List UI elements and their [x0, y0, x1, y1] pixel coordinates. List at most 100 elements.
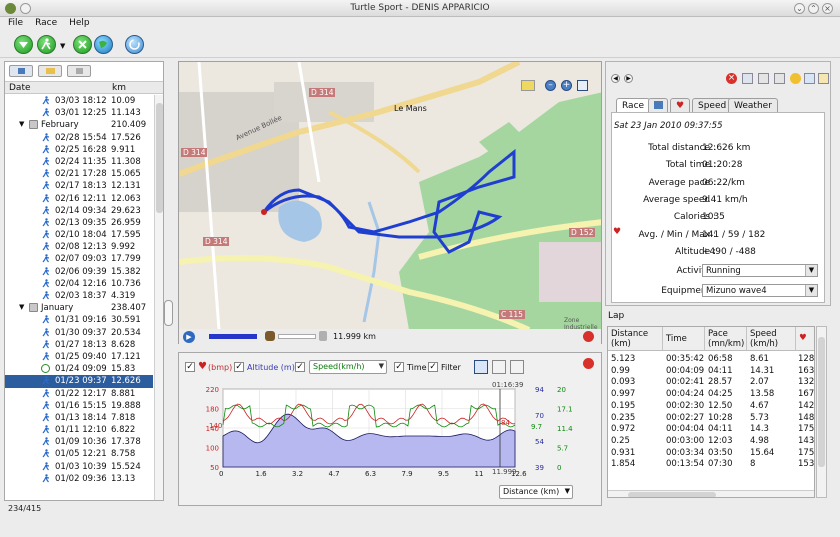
activity-row[interactable]: 01/09 10:36 17.378	[5, 436, 153, 448]
tree-scrollbar-thumb[interactable]	[156, 103, 163, 213]
activity-row[interactable]: 02/25 16:28 9.911	[5, 144, 153, 156]
graph-zoom-in-icon[interactable]	[474, 360, 488, 374]
x-axis-select[interactable]: Distance (km) ▼	[499, 485, 573, 499]
tab-speed[interactable]: Speed	[692, 98, 733, 113]
import-icon[interactable]	[14, 35, 33, 54]
tab-weather[interactable]: Weather	[728, 98, 778, 113]
time-checkbox[interactable]: ✓	[394, 362, 404, 372]
lap-row[interactable]: 0.972 00:04:04 04:11 14.3 175	[608, 423, 814, 435]
play-button[interactable]: ▶	[183, 331, 195, 343]
lap-row[interactable]: 0.25 00:03:00 12:03 4.98 143	[608, 435, 814, 447]
activity-row[interactable]: 03/01 12:25 11.143	[5, 107, 153, 119]
activity-row[interactable]: 01/05 12:21 8.758	[5, 448, 153, 460]
activity-row[interactable]: 01/23 09:37 12.626	[5, 375, 153, 388]
email-icon[interactable]	[790, 73, 801, 84]
lap-header-distance[interactable]: Distance (km)	[608, 327, 663, 351]
note-icon[interactable]	[818, 73, 829, 84]
activity-row[interactable]: 01/03 10:39 15.524	[5, 461, 153, 473]
folder-view-tab[interactable]	[38, 65, 62, 77]
activity-row[interactable]: 01/13 18:14 7.818	[5, 412, 153, 424]
activity-row[interactable]: 02/04 12:16 10.736	[5, 278, 153, 290]
refresh-icon[interactable]	[125, 35, 144, 54]
lap-header-time[interactable]: Time	[663, 327, 705, 351]
activity-row[interactable]: 02/28 15:54 17.526	[5, 132, 153, 144]
next-race-icon[interactable]: ▶	[624, 74, 633, 83]
equipment-select[interactable]: Mizuno wave4 ▼	[702, 284, 818, 297]
activity-row[interactable]: 02/10 18:04 17.595	[5, 229, 153, 241]
activity-row[interactable]: 01/27 18:13 8.628	[5, 339, 153, 351]
tab-heart[interactable]: ♥	[670, 98, 690, 113]
lap-row[interactable]: 1.854 00:13:54 07:30 8 153	[608, 458, 814, 470]
altitude-checkbox[interactable]: ✓	[234, 362, 244, 372]
activity-row[interactable]: 01/30 09:37 20.534	[5, 327, 153, 339]
map-layer-icon[interactable]	[521, 80, 535, 91]
tab-race[interactable]: Race	[616, 98, 651, 113]
speed-checkbox[interactable]: ✓	[295, 362, 305, 372]
activity-row[interactable]: 02/08 12:13 9.992	[5, 241, 153, 253]
delete-icon[interactable]: ×	[726, 73, 737, 84]
date-column-header[interactable]: Date	[9, 83, 31, 93]
map-view[interactable]: D 314 Le Mans D 314 D 314 D 152 C 115 Av…	[178, 61, 602, 344]
activity-row[interactable]: 02/03 18:37 4.319	[5, 290, 153, 302]
globe-icon[interactable]	[94, 35, 113, 54]
print-icon[interactable]	[758, 73, 769, 84]
activity-row[interactable]: 02/24 11:35 11.308	[5, 156, 153, 168]
menu-help[interactable]: Help	[61, 17, 94, 28]
month-folder-row[interactable]: ▼ January 238.407	[5, 302, 153, 314]
fullscreen-icon[interactable]	[577, 80, 588, 91]
lap-hscroll-thumb[interactable]	[628, 492, 716, 497]
activity-row[interactable]: 02/21 17:28 15.065	[5, 168, 153, 180]
expand-toggle-icon[interactable]: ▼	[19, 120, 24, 128]
lap-row[interactable]: 0.931 00:03:34 03:50 15.64 175	[608, 447, 814, 459]
lap-row[interactable]: 0.093 00:02:41 28.57 2.07 132	[608, 376, 814, 388]
lap-row[interactable]: 5.123 00:35:42 06:58 8.61 128	[608, 353, 814, 365]
lap-scrollbar[interactable]	[816, 326, 827, 498]
speed-select[interactable]: Speed(km/h) ▼	[309, 360, 387, 374]
month-folder-row[interactable]: ▼ February 210.409	[5, 119, 153, 131]
maximize-button[interactable]: ⌃	[808, 3, 819, 14]
activity-row[interactable]: 01/24 09:09 15.83	[5, 363, 153, 375]
activity-select[interactable]: Running ▼	[702, 264, 818, 277]
menu-race[interactable]: Race	[27, 17, 61, 28]
zoom-in-icon[interactable]: +	[561, 80, 572, 91]
calendar-view-tab[interactable]	[9, 65, 33, 77]
activity-row[interactable]: 01/31 09:16 30.591	[5, 314, 153, 326]
lap-header-speed[interactable]: Speed (km/h)	[747, 327, 796, 351]
lap-header-pace[interactable]: Pace (mn/km)	[705, 327, 747, 351]
lap-row[interactable]: 0.997 00:04:24 04:25 13.58 167	[608, 388, 814, 400]
zoom-out-icon[interactable]: –	[545, 80, 556, 91]
activity-row[interactable]: 02/07 09:03 17.799	[5, 253, 153, 265]
activity-row[interactable]: 01/11 12:10 6.822	[5, 424, 153, 436]
graph-zoom-out-icon[interactable]	[492, 360, 506, 374]
menu-file[interactable]: File	[0, 17, 27, 28]
hr-checkbox[interactable]: ✓	[185, 362, 195, 372]
expand-toggle-icon[interactable]: ▼	[19, 303, 24, 311]
lap-row[interactable]: 0.235 00:02:27 10:28 5.73 148	[608, 412, 814, 424]
activity-row[interactable]: 03/03 18:12 10.09	[5, 95, 153, 107]
playback-progress[interactable]	[209, 334, 257, 339]
lap-row[interactable]: 0.99 00:04:09 04:11 14.31 163	[608, 365, 814, 377]
runner-dropdown-arrow-icon[interactable]: ▼	[60, 42, 65, 50]
lap-header-hr[interactable]: ♥	[796, 327, 814, 351]
export-icon[interactable]	[774, 73, 785, 84]
lap-row[interactable]: 0.195 00:02:30 12.50 4.67 142	[608, 400, 814, 412]
activity-row[interactable]: 01/02 09:36 13.13	[5, 473, 153, 485]
runner-icon[interactable]	[37, 35, 56, 54]
activity-row[interactable]: 02/17 18:13 12.131	[5, 180, 153, 192]
activity-row[interactable]: 01/22 12:17 8.881	[5, 388, 153, 400]
activity-row[interactable]: 02/06 09:39 15.382	[5, 266, 153, 278]
prev-race-icon[interactable]: ◀	[611, 74, 620, 83]
minimize-button[interactable]: ⌄	[794, 3, 805, 14]
lap-hscrollbar[interactable]	[608, 490, 814, 497]
splitter-handle[interactable]	[164, 300, 173, 326]
activity-row[interactable]: 01/16 15:15 19.888	[5, 400, 153, 412]
close-button[interactable]: ×	[822, 3, 833, 14]
graph-export-icon[interactable]	[583, 358, 594, 369]
graph-fit-icon[interactable]	[510, 360, 524, 374]
tab-notes[interactable]	[648, 98, 668, 113]
activity-row[interactable]: 01/25 09:40 17.121	[5, 351, 153, 363]
save-icon[interactable]	[742, 73, 753, 84]
list-view-tab[interactable]	[67, 65, 91, 77]
activity-row[interactable]: 02/14 09:34 29.623	[5, 205, 153, 217]
activity-row[interactable]: 02/16 12:11 12.063	[5, 193, 153, 205]
